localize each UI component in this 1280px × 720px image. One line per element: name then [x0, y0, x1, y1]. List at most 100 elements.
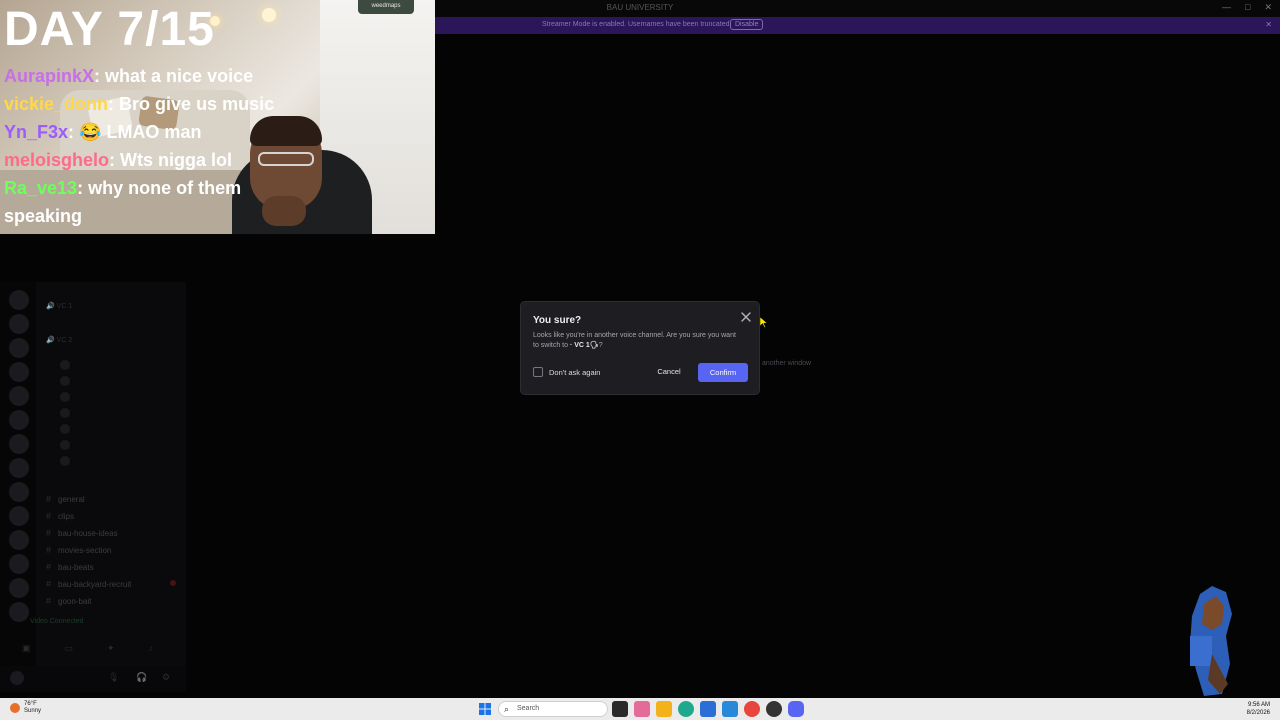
- edge-icon[interactable]: [678, 701, 694, 717]
- channel-item-bau-house-ideas[interactable]: # bau-house-ideas: [36, 526, 186, 540]
- voice-channel-vc2[interactable]: 🔊 VC 2: [46, 336, 72, 344]
- voice-user[interactable]: [60, 360, 70, 370]
- search-placeholder: Search: [517, 705, 540, 712]
- close-window-icon[interactable]: ✕: [1264, 2, 1272, 13]
- clock-date: 8/2/2026: [1246, 710, 1270, 716]
- channel-item-bau-backyard-recruit[interactable]: # bau-backyard-recruit: [36, 577, 186, 591]
- voice-user[interactable]: [60, 376, 70, 386]
- headphones-icon[interactable]: 🎧: [136, 672, 147, 683]
- avatar: [60, 456, 70, 466]
- server-icon[interactable]: [9, 602, 29, 622]
- channel-item-goon-bait[interactable]: # goon-bait: [36, 594, 186, 608]
- dont-ask-again-checkbox[interactable]: Don't ask again: [533, 367, 600, 377]
- server-icon[interactable]: [9, 290, 29, 310]
- voice-connected-status: Video Connected: [30, 618, 84, 625]
- disable-streamer-mode-button[interactable]: Disable: [730, 19, 764, 30]
- soundboard-icon[interactable]: ♪: [149, 643, 154, 654]
- server-icon[interactable]: [9, 506, 29, 526]
- system-clock[interactable]: 9:56 AM 8/2/2026: [1247, 701, 1270, 717]
- avatar: [60, 440, 70, 450]
- copilot-icon[interactable]: [634, 701, 650, 717]
- avatar: [60, 392, 70, 402]
- minimize-icon[interactable]: —: [1222, 2, 1231, 13]
- server-icon[interactable]: [9, 530, 29, 550]
- store-icon[interactable]: [700, 701, 716, 717]
- dialog-body: Looks like you're in another voice chann…: [533, 332, 736, 349]
- chat-message: AurapinkX: what a nice voice: [4, 66, 254, 86]
- sun-icon: [10, 703, 20, 713]
- confirm-button[interactable]: Confirm: [698, 363, 748, 382]
- clock-time: 9:56 AM: [1247, 702, 1270, 708]
- taskbar-search[interactable]: ⌕ Search: [498, 701, 608, 717]
- server-icon[interactable]: [9, 554, 29, 574]
- mic-icon[interactable]: 🎙: [108, 672, 119, 683]
- server-icon[interactable]: [9, 482, 29, 502]
- hash-icon: #: [46, 511, 52, 521]
- chat-message: Yn_F3x: 😂 LMAO man: [4, 122, 202, 142]
- chat-message: Ra_ve13: why none of them speaking: [4, 178, 242, 226]
- stream-chat-overlay: AurapinkX: what a nice voice vickie_donn…: [4, 62, 304, 230]
- server-rail: [0, 282, 36, 692]
- server-icon[interactable]: [9, 578, 29, 598]
- server-icon[interactable]: [9, 386, 29, 406]
- voice-user[interactable]: [60, 440, 70, 450]
- channel-item-bau-beats[interactable]: # bau-beats: [36, 560, 186, 574]
- chat-message: vickie_donn: Bro give us music: [4, 94, 275, 114]
- chat-username: vickie_donn: [4, 94, 109, 114]
- channel-item-movies-section[interactable]: # movies-section: [36, 543, 186, 557]
- weather-widget[interactable]: 76°F Sunny: [10, 701, 41, 715]
- server-icon[interactable]: [9, 410, 29, 430]
- voice-user[interactable]: [60, 408, 70, 418]
- server-icon[interactable]: [9, 458, 29, 478]
- hash-icon: #: [46, 579, 52, 589]
- activities-icon[interactable]: ✦: [107, 643, 115, 654]
- target-channel-name: · VC 1🗣: [569, 342, 599, 349]
- gear-icon[interactable]: ⚙: [162, 672, 170, 683]
- chat-text: Wts nigga lol: [120, 150, 233, 170]
- mouse-cursor-icon: [760, 317, 768, 328]
- obs-icon[interactable]: [766, 701, 782, 717]
- voice-user[interactable]: [60, 456, 70, 466]
- avatar[interactable]: [10, 671, 24, 685]
- voice-user[interactable]: [60, 392, 70, 402]
- ceiling-light: [262, 8, 276, 22]
- day-counter: DAY 7/15: [4, 3, 215, 56]
- user-panel: 🎙 🎧 ⚙: [0, 666, 186, 692]
- chat-username: Yn_F3x: [4, 122, 69, 142]
- screen-share-icon[interactable]: ▭: [65, 643, 74, 654]
- windows-start-icon[interactable]: [478, 702, 492, 716]
- mascot-logo: [1190, 586, 1232, 696]
- chat-username: AurapinkX: [4, 66, 95, 86]
- server-icon[interactable]: [9, 434, 29, 454]
- chat-text: 😂 LMAO man: [79, 122, 202, 142]
- weather-desc: Sunny: [24, 708, 42, 714]
- maximize-icon[interactable]: □: [1245, 2, 1250, 13]
- server-icon[interactable]: [9, 314, 29, 334]
- close-banner-icon[interactable]: ✕: [1265, 20, 1272, 29]
- pop-out-hint: another window: [762, 360, 812, 367]
- server-icon[interactable]: [9, 362, 29, 382]
- checkbox-box[interactable]: [533, 367, 543, 377]
- camera-icon[interactable]: ▣: [22, 643, 31, 654]
- chat-username: Ra_ve13: [4, 178, 78, 198]
- discord-icon[interactable]: [788, 701, 804, 717]
- channel-item-clips[interactable]: # clips: [36, 509, 186, 523]
- cancel-button[interactable]: Cancel: [648, 363, 690, 381]
- voice-channel-vc1[interactable]: 🔊 VC 1: [46, 302, 72, 310]
- window-controls: — □ ✕: [1222, 2, 1272, 13]
- avatar: [60, 376, 70, 386]
- streamer-mode-message: Streamer Mode is enabled. Usernames have…: [542, 21, 732, 28]
- task-view-icon[interactable]: [612, 701, 628, 717]
- close-icon[interactable]: [739, 310, 753, 324]
- chat-message: meloisghelo: Wts nigga lol: [4, 150, 233, 170]
- search-icon: ⌕: [504, 704, 510, 714]
- hash-icon: #: [46, 596, 52, 606]
- voice-user[interactable]: [60, 424, 70, 434]
- channel-item-general[interactable]: # general: [36, 492, 186, 506]
- switch-voice-channel-dialog: You sure? Looks like you're in another v…: [520, 301, 760, 395]
- chrome-icon[interactable]: [744, 701, 760, 717]
- file-explorer-icon[interactable]: [656, 701, 672, 717]
- mail-icon[interactable]: [722, 701, 738, 717]
- server-icon[interactable]: [9, 338, 29, 358]
- avatar: [60, 424, 70, 434]
